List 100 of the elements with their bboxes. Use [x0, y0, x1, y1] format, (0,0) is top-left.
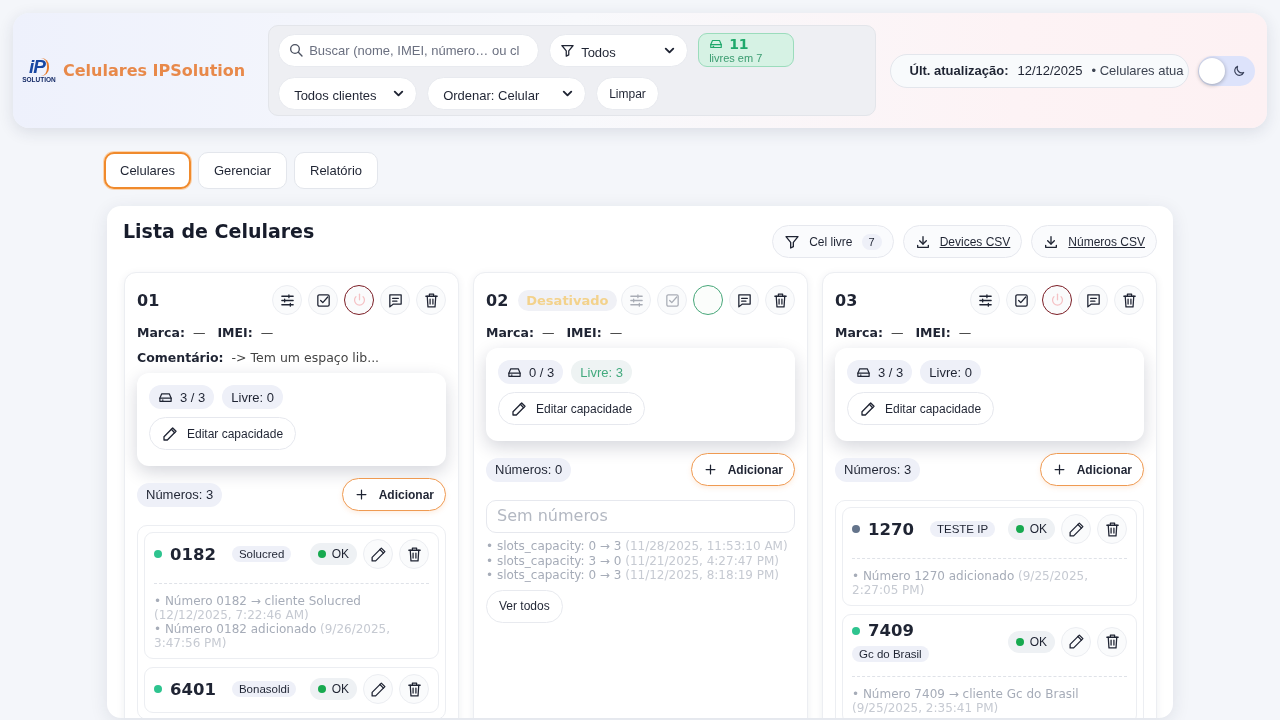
free-count: 11 [729, 36, 749, 52]
client-tag: Solucred [231, 546, 292, 562]
download-icon [1043, 233, 1060, 250]
edit-capacity-button[interactable]: Editar capacidade [498, 392, 646, 425]
client-tag: Bonasoldi [231, 681, 297, 697]
history-entry: • Número 7409 → cliente Gc do Brasil (9/25/2025, 2:35:41 PM) [852, 687, 1080, 715]
check-button[interactable] [657, 285, 687, 315]
clear-button[interactable]: Limpar [596, 77, 659, 110]
sliders-icon [278, 291, 296, 309]
numbers-count: Números: 3 [835, 457, 921, 482]
check-button[interactable] [308, 285, 338, 315]
field-label: Marca: [137, 325, 185, 340]
delete-button[interactable] [1097, 626, 1127, 657]
message-icon [1084, 291, 1102, 309]
history-entry: • Número 1270 adicionado (9/25/2025, 2:27:05 PM) [852, 569, 1090, 597]
delete-button[interactable] [765, 285, 795, 315]
edit-button[interactable] [1061, 514, 1091, 544]
status-select[interactable]: Todos [549, 33, 689, 67]
edit-button[interactable] [363, 539, 393, 569]
comment-button[interactable] [729, 285, 759, 315]
plus-icon [702, 462, 718, 477]
trash-icon [771, 291, 789, 309]
sliders-icon [976, 291, 994, 309]
history-entry: • slots_capacity: 0 → 3 (11/12/2025, 8:18:19 PM) [486, 568, 781, 583]
free-filter-button[interactable]: Cel livre 7 [772, 225, 894, 258]
update-date: 12/12/2025 [1017, 63, 1083, 78]
add-button[interactable]: Adicionar [1039, 453, 1144, 486]
free-slots-badge: Livre: 0 [920, 360, 981, 384]
tab[interactable]: Relatório [294, 152, 379, 189]
pencil-icon [511, 400, 527, 417]
checkbox-icon [314, 291, 332, 309]
delete-button[interactable] [416, 285, 446, 315]
power-button[interactable] [1042, 285, 1072, 315]
delete-button[interactable] [1097, 514, 1127, 544]
client-select[interactable]: Todos clientes [278, 77, 418, 110]
comment-button[interactable] [380, 285, 410, 315]
history-entry: • Número 0182 → cliente Solucred (12/12/2025, 7:22:46 AM) [154, 594, 362, 622]
free-slots-badge: Livre: 0 [222, 385, 283, 409]
check-button[interactable] [1006, 285, 1036, 315]
slots-used-badge: 3 / 3 [149, 385, 215, 409]
search-field[interactable]: Buscar (nome, IMEI, número… ou cl [278, 33, 540, 67]
comment-text: -> Tem um espaço lib... [231, 350, 380, 365]
plus-icon [1051, 462, 1067, 477]
phone-number: 0182 [170, 544, 216, 564]
update-note: • Celulares atua [1091, 63, 1184, 78]
order-select[interactable]: Ordenar: Celular [427, 77, 587, 110]
client-tag: TESTE IP [929, 521, 996, 537]
filter-icon [560, 42, 576, 58]
field-label: IMEI: [915, 325, 951, 340]
field-label: IMEI: [566, 325, 602, 340]
edit-capacity-button[interactable]: Editar capacidade [149, 417, 297, 450]
pencil-icon [369, 680, 387, 698]
field-label: IMEI: [217, 325, 253, 340]
sliders-icon [627, 291, 645, 309]
edit-button[interactable] [1061, 626, 1091, 657]
see-all-button[interactable]: Ver todos [486, 589, 563, 623]
update-label: Últ. atualização: [909, 63, 1009, 78]
add-button[interactable]: Adicionar [341, 478, 446, 511]
search-icon [288, 41, 305, 58]
settings-button[interactable] [970, 285, 1000, 315]
phone-number: 7409 [868, 621, 914, 640]
free-slots-badge: Livre: 3 [571, 360, 632, 384]
history-entry: • slots_capacity: 0 → 3 (11/28/2025, 11:53:10 AM) [486, 539, 789, 554]
message-icon [386, 291, 404, 309]
delete-button[interactable] [399, 539, 429, 569]
trash-icon [405, 545, 423, 563]
comment-button[interactable] [1078, 285, 1108, 315]
logo-mark: iP [29, 58, 49, 76]
status-badge: Desativado [518, 289, 617, 311]
trash-icon [1120, 291, 1138, 309]
pencil-icon [860, 400, 876, 417]
brand-title: Celulares IPSolution [63, 61, 247, 80]
slots-used-badge: 0 / 3 [498, 360, 564, 384]
numbers-count: Números: 0 [486, 457, 572, 482]
power-button[interactable] [344, 285, 374, 315]
pencil-icon [369, 545, 387, 563]
moon-icon [1232, 63, 1246, 78]
tab[interactable]: Gerenciar [197, 152, 287, 189]
pencil-icon [162, 425, 178, 442]
history-entry: • slots_capacity: 3 → 0 (11/21/2025, 4:27:47 PM) [486, 553, 781, 568]
status-badge: OK [1007, 630, 1055, 653]
settings-button[interactable] [272, 285, 302, 315]
download-button[interactable]: Devices CSV [902, 225, 1023, 258]
field-value: — [260, 325, 274, 340]
comment-label: Comentário: [137, 350, 224, 365]
download-button[interactable]: Números CSV [1031, 225, 1157, 258]
delete-button[interactable] [399, 674, 429, 704]
delete-button[interactable] [1114, 285, 1144, 315]
theme-toggle[interactable] [1198, 55, 1255, 86]
checkbox-icon [1012, 291, 1030, 309]
tab[interactable]: Celulares [104, 152, 191, 189]
field-value: — [192, 325, 206, 340]
edit-button[interactable] [363, 674, 393, 704]
status-badge: OK [1007, 518, 1055, 540]
trash-icon [1103, 520, 1121, 538]
numbers-count: Números: 3 [137, 482, 223, 507]
plus-icon [353, 487, 369, 502]
edit-capacity-button[interactable]: Editar capacidade [847, 392, 995, 425]
add-button[interactable]: Adicionar [690, 453, 795, 486]
field-value: — [890, 325, 904, 340]
